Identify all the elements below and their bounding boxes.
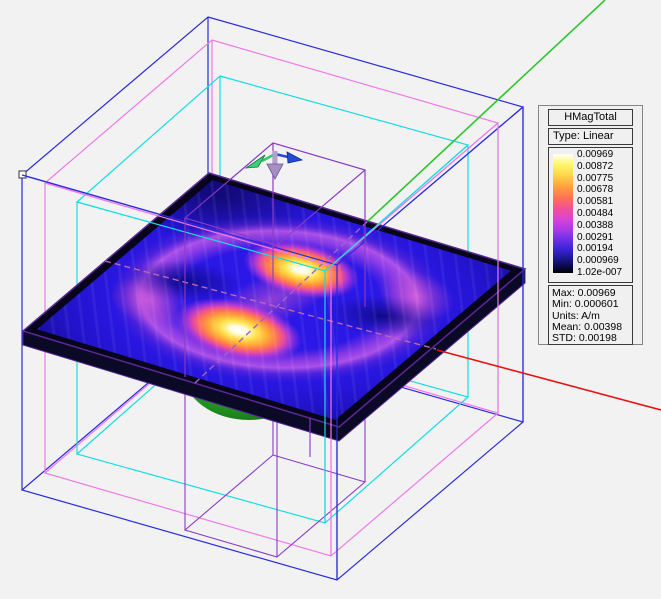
vertex-handle[interactable]: [19, 171, 26, 178]
legend-statistics: Max: 0.00969 Min: 0.000601 Units: A/m Me…: [548, 285, 633, 345]
scale-tick: 0.000969: [577, 255, 631, 266]
scale-tick: 0.00581: [577, 196, 631, 207]
scale-tick: 0.00678: [577, 184, 631, 195]
legend-title: HMagTotal: [548, 109, 633, 126]
scale-tick: 0.00388: [577, 220, 631, 231]
scale-tick: 0.00291: [577, 232, 631, 243]
legend-scale-type: Type: Linear: [548, 128, 633, 145]
field-plot-legend[interactable]: HMagTotal Type: Linear 0.00969 0.00872 0…: [538, 105, 643, 345]
scale-tick: 0.00775: [577, 173, 631, 184]
legend-color-scale: 0.00969 0.00872 0.00775 0.00678 0.00581 …: [548, 147, 633, 283]
colorbar-gradient: [553, 154, 573, 273]
scale-tick: 0.00194: [577, 243, 631, 254]
scale-tick: 0.00969: [577, 149, 631, 160]
stat-min: Min: 0.000601: [552, 299, 632, 310]
scale-tick: 1.02e-007: [577, 267, 631, 278]
scale-tick: 0.00872: [577, 161, 631, 172]
colorbar-tick-labels: 0.00969 0.00872 0.00775 0.00678 0.00581 …: [577, 149, 631, 278]
scale-tick: 0.00484: [577, 208, 631, 219]
stat-std: STD: 0.00198: [552, 333, 632, 344]
